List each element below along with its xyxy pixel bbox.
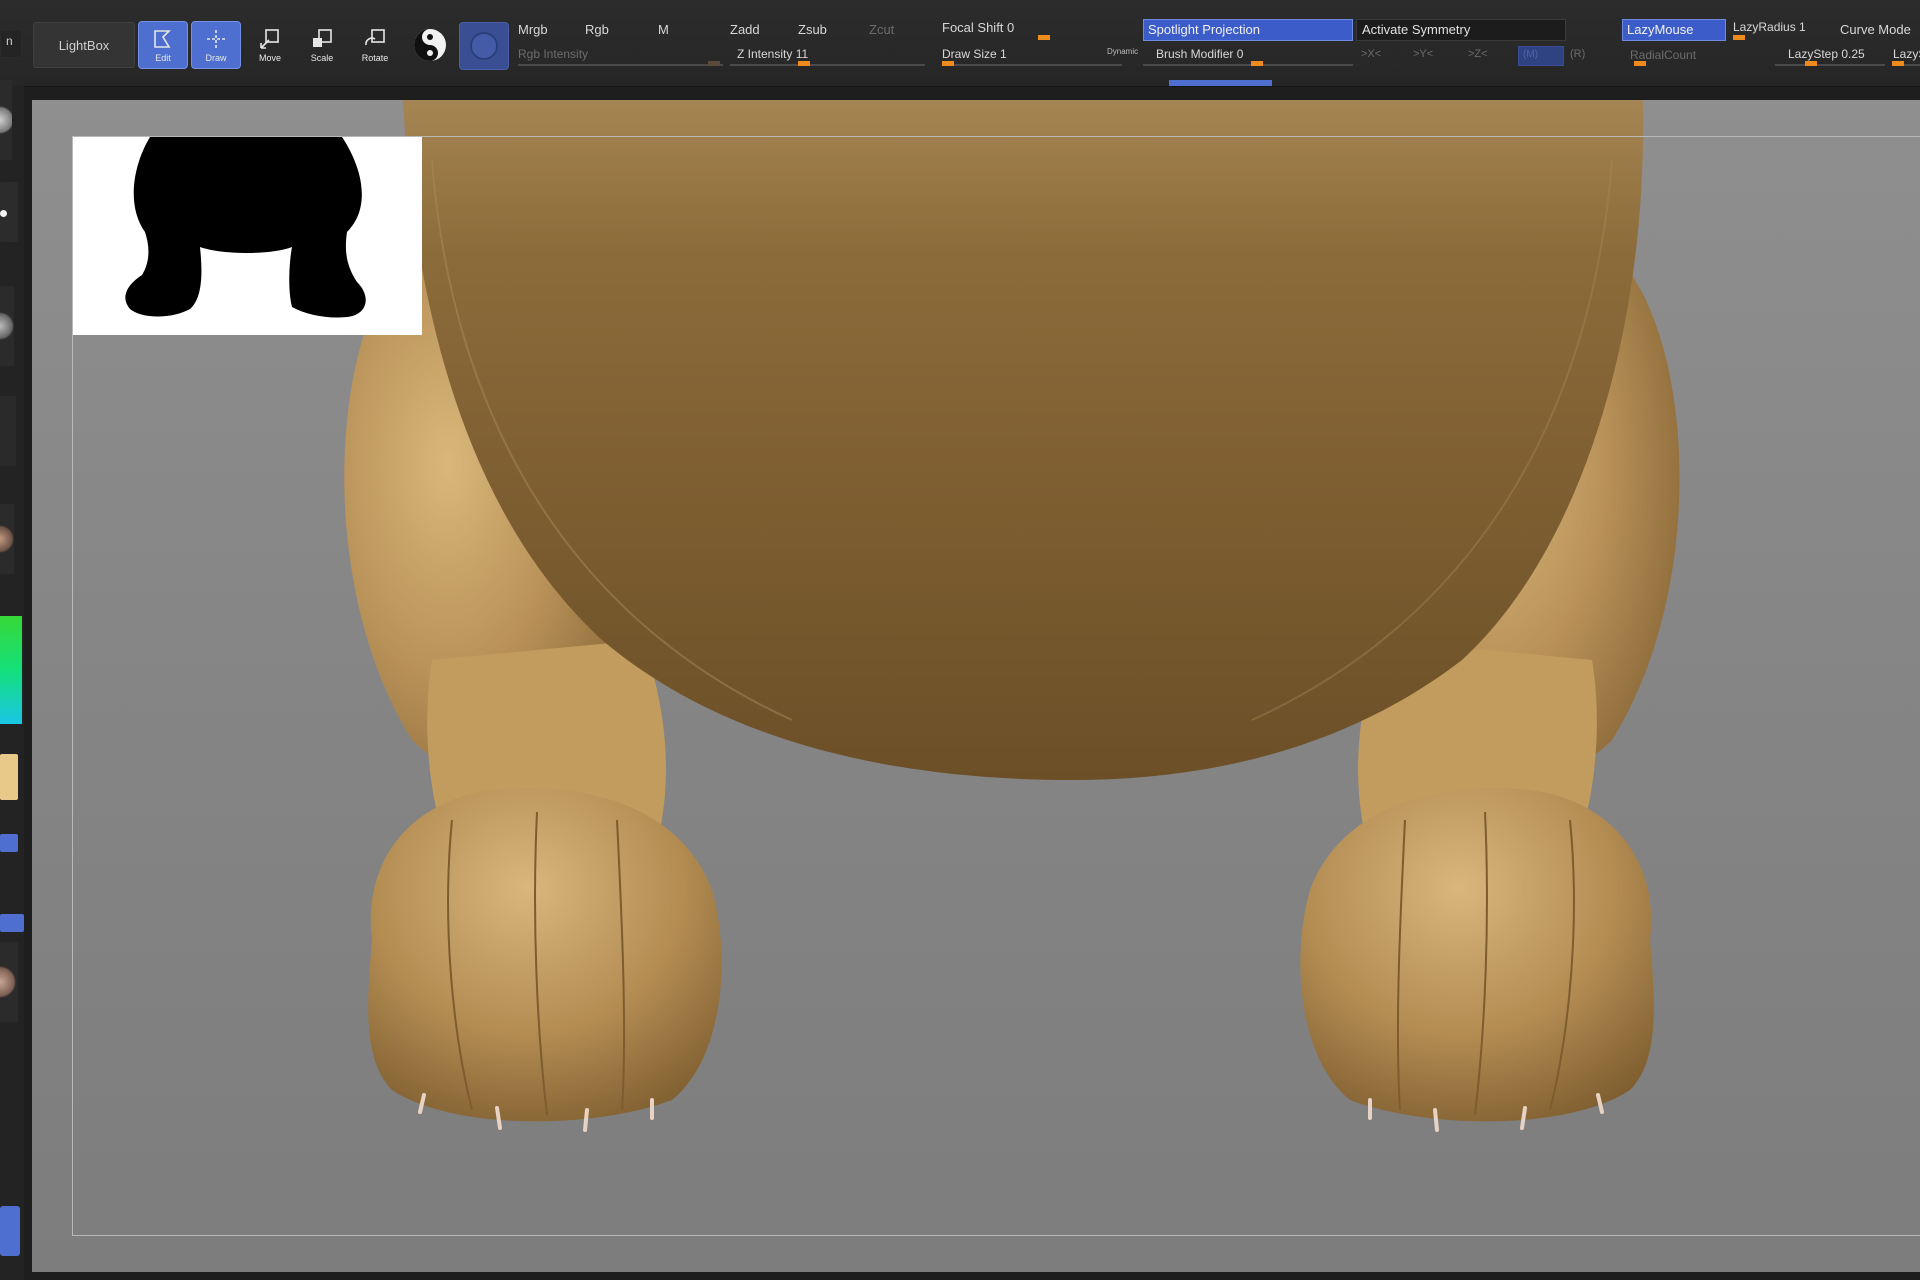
material-sphere-button[interactable] [409, 24, 451, 66]
lazystep-label: LazyStep 0.25 [1788, 47, 1865, 61]
focal-shift-label: Focal Shift 0 [942, 20, 1015, 35]
draw-size-label: Draw Size 1 [942, 47, 1007, 61]
lazyradius-slider[interactable] [1733, 35, 1819, 40]
scale-tool-button[interactable]: Scale [297, 21, 347, 69]
move-icon [260, 29, 279, 49]
toolbar-left-stub: n [0, 30, 22, 58]
right-paw [1300, 788, 1654, 1132]
lazymouse-button[interactable]: LazyMouse [1622, 19, 1726, 41]
brush-modifier-label: Brush Modifier 0 [1156, 47, 1244, 61]
texture-thumbnail[interactable] [0, 396, 16, 466]
zadd-button[interactable]: Zadd [730, 22, 760, 37]
lightbox-label: LightBox [58, 37, 110, 53]
switch-color-button[interactable] [0, 834, 18, 852]
texture-icon [470, 32, 498, 60]
radial-count-label: RadialCount [1630, 48, 1697, 62]
alpha-thumbnail[interactable] [0, 286, 14, 366]
lazyradius-label: LazyRadius 1 [1733, 20, 1806, 34]
scale-icon [313, 29, 332, 47]
main-color-swatch[interactable] [0, 754, 18, 800]
edit-tool-label: Edit [155, 53, 171, 63]
rotate-tool-label: Rotate [361, 53, 389, 63]
material-sphere-icon [414, 29, 446, 61]
left-paw [368, 788, 722, 1132]
silhouette-shape [125, 137, 366, 318]
radial-count-slider[interactable] [1622, 61, 1726, 66]
rgb-intensity-label: Rgb Intensity [518, 47, 589, 61]
dynamic-button[interactable]: Dynamic [1107, 47, 1138, 56]
focal-shift-knob[interactable] [1038, 35, 1050, 40]
m-button[interactable]: M [658, 22, 669, 37]
r-axis-button[interactable]: (R) [1570, 48, 1585, 60]
radial-count-knob[interactable] [1634, 61, 1646, 66]
brush-modifier-slider[interactable] [1143, 61, 1353, 66]
rgb-intensity-knob[interactable] [708, 61, 720, 66]
zsub-button[interactable]: Zsub [798, 22, 827, 37]
draw-icon [207, 30, 225, 48]
gradient-button[interactable] [0, 914, 24, 932]
rotate-icon [365, 29, 385, 46]
z-intensity-label: Z Intensity 11 [737, 47, 809, 61]
draw-tool-label: Draw [205, 53, 227, 63]
rgb-button[interactable]: Rgb [585, 22, 609, 37]
activate-symmetry-button[interactable]: Activate Symmetry [1356, 19, 1566, 41]
top-toolbar: n LightBox Edit Draw Move Scale Rotate M… [0, 0, 1920, 87]
lazyradius-knob[interactable] [1733, 35, 1745, 40]
color-picker[interactable] [0, 616, 22, 724]
draw-size-slider[interactable] [942, 61, 1122, 66]
zcut-button[interactable]: Zcut [869, 22, 894, 37]
toolbar-scroll-indicator[interactable] [1169, 80, 1272, 86]
silhouette-preview [72, 137, 422, 335]
curve-mode-button[interactable]: Curve Mode [1840, 22, 1911, 37]
secondary-material-thumbnail[interactable] [0, 942, 18, 1022]
edit-tool-button[interactable]: Edit [138, 21, 188, 69]
lazysnap-knob[interactable] [1892, 61, 1904, 66]
tray-blue-button[interactable] [0, 1206, 20, 1256]
spotlight-projection-button[interactable]: Spotlight Projection [1143, 19, 1353, 41]
rgb-intensity-slider[interactable] [518, 61, 723, 66]
texture-slot-button[interactable] [459, 22, 509, 70]
z-intensity-slider[interactable] [730, 61, 925, 66]
lazysnap-label: LazyS [1893, 47, 1920, 61]
mrgb-button[interactable]: Mrgb [518, 22, 548, 37]
draw-size-knob[interactable] [942, 61, 954, 66]
z-intensity-knob[interactable] [798, 61, 810, 66]
lazysnap-slider[interactable] [1892, 61, 1920, 66]
z-axis-button[interactable]: >Z< [1468, 48, 1488, 60]
m-axis-button[interactable]: (M) [1518, 46, 1564, 66]
move-tool-label: Move [258, 53, 281, 63]
lazystep-knob[interactable] [1805, 61, 1817, 66]
x-axis-button[interactable]: >X< [1361, 48, 1381, 60]
focal-shift-slider[interactable] [942, 35, 1052, 40]
brush-thumbnail[interactable] [0, 80, 12, 160]
edit-icon [154, 30, 171, 48]
lazystep-slider[interactable] [1775, 61, 1885, 66]
stroke-thumbnail[interactable] [0, 182, 18, 242]
scale-tool-label: Scale [310, 53, 334, 63]
move-tool-button[interactable]: Move [245, 21, 295, 69]
rotate-tool-button[interactable]: Rotate [350, 21, 400, 69]
lightbox-button[interactable]: LightBox [33, 22, 135, 68]
dot-stroke-icon [0, 210, 7, 217]
3d-viewport[interactable] [32, 100, 1920, 1272]
y-axis-button[interactable]: >Y< [1413, 48, 1433, 60]
draw-tool-button[interactable]: Draw [191, 21, 241, 69]
material-thumbnail[interactable] [0, 504, 14, 574]
brush-modifier-knob[interactable] [1251, 61, 1263, 66]
left-tray [0, 80, 24, 1280]
